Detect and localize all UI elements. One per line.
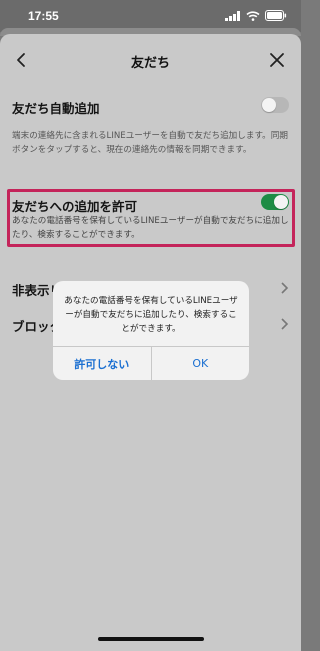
close-icon[interactable] xyxy=(267,50,287,70)
dialog-actions: 許可しない OK xyxy=(53,346,249,380)
status-icons xyxy=(225,10,287,21)
dialog-message: あなたの電話番号を保有しているLINEユーザーが自動で友だちに追加したり、検索す… xyxy=(64,296,238,334)
status-time: 17:55 xyxy=(28,9,59,23)
battery-icon xyxy=(265,10,287,21)
navigation-bar: 友だち xyxy=(0,42,301,78)
allow-add-toggle[interactable] xyxy=(261,194,289,210)
toggle-knob xyxy=(262,98,276,112)
allow-add-title: 友だちへの追加を許可 xyxy=(12,199,138,214)
ok-button[interactable]: OK xyxy=(150,347,250,380)
chevron-right-icon xyxy=(281,318,289,330)
wifi-icon xyxy=(246,10,260,21)
page-title: 友だち xyxy=(130,56,170,71)
permission-dialog: あなたの電話番号を保有しているLINEユーザーが自動で友だちに追加したり、検索す… xyxy=(53,281,249,380)
signal-icon xyxy=(225,10,240,21)
toggle-knob xyxy=(274,195,288,209)
auto-add-toggle[interactable] xyxy=(261,97,289,113)
home-indicator xyxy=(98,637,204,641)
auto-add-title: 友だち自動追加 xyxy=(12,101,100,116)
allow-add-description: あなたの電話番号を保有しているLINEユーザーが自動で友だちに追加したり、検索す… xyxy=(12,216,289,240)
auto-add-description: 端末の連絡先に含まれるLINEユーザーを自動で友だち追加します。同期ボタンをタッ… xyxy=(12,131,288,155)
chevron-right-icon xyxy=(281,282,289,294)
deny-button[interactable]: 許可しない xyxy=(53,347,151,380)
